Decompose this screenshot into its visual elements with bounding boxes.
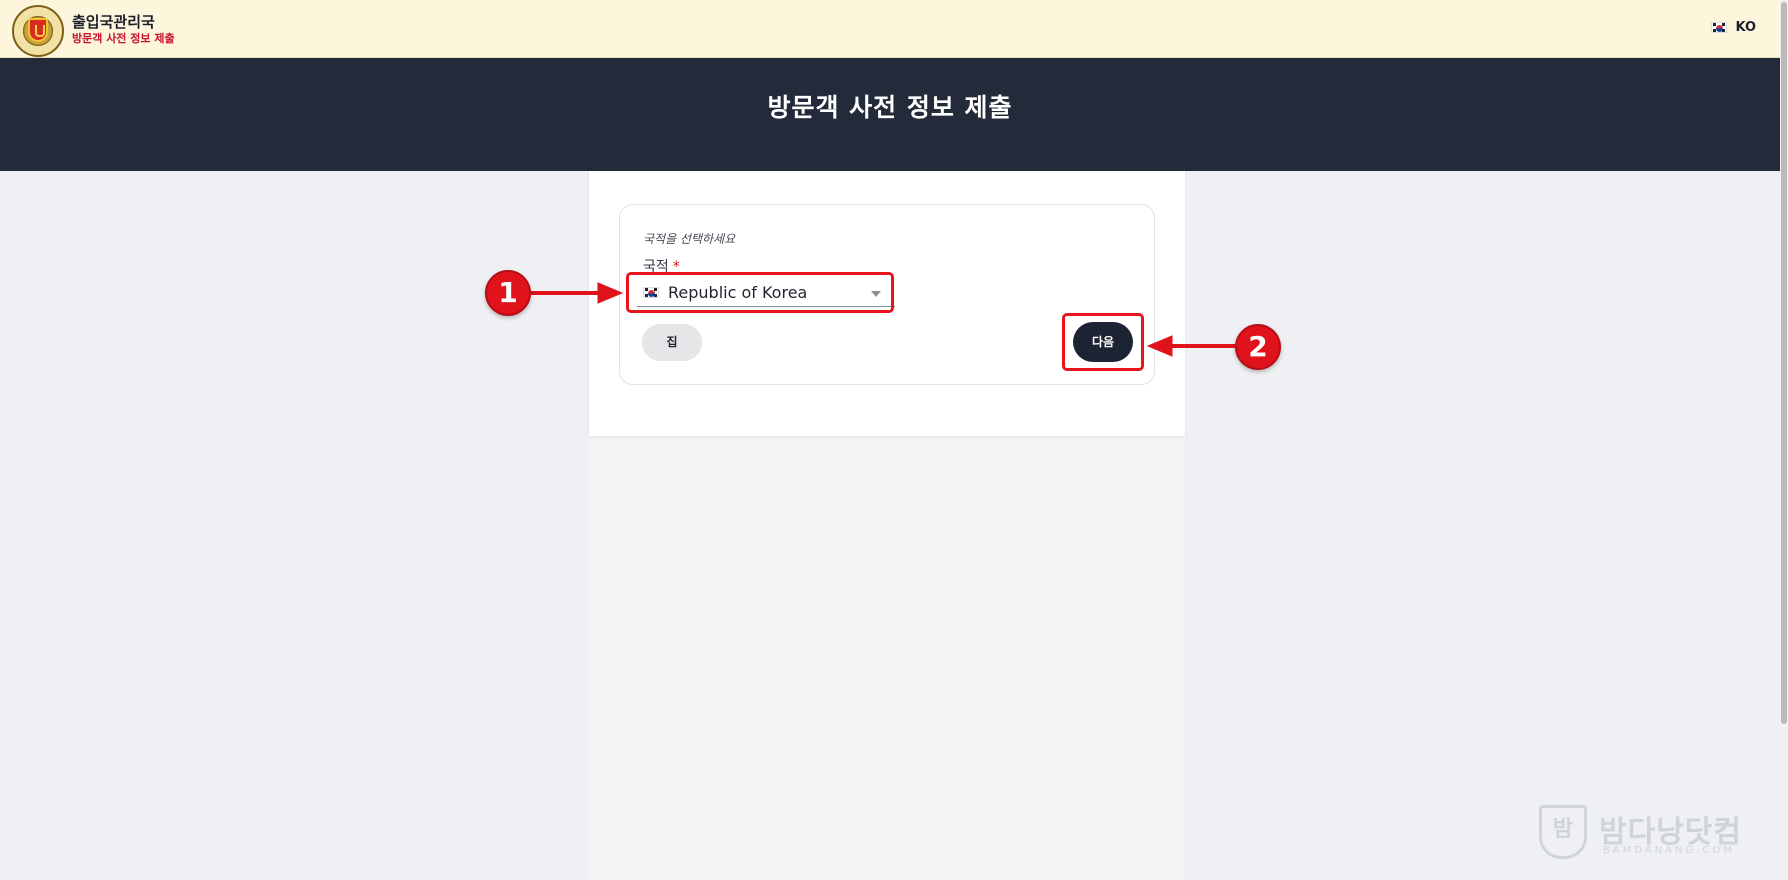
scrollbar-thumb[interactable] [1781,2,1787,724]
page-scrollbar[interactable] [1780,0,1788,880]
arrow-1-head [597,282,624,304]
step-badge-1: 1 [485,270,531,316]
step-badge-2: 2 [1235,324,1281,370]
arrow-2-head [1146,335,1173,357]
annotation-arrows [531,282,1235,357]
watermark-shield-icon: 밤 [1539,805,1587,859]
site-watermark: 밤 밤다낭닷컴 BAMDANANG.COM [1537,805,1762,865]
watermark-url: BAMDANANG.COM [1603,845,1735,856]
